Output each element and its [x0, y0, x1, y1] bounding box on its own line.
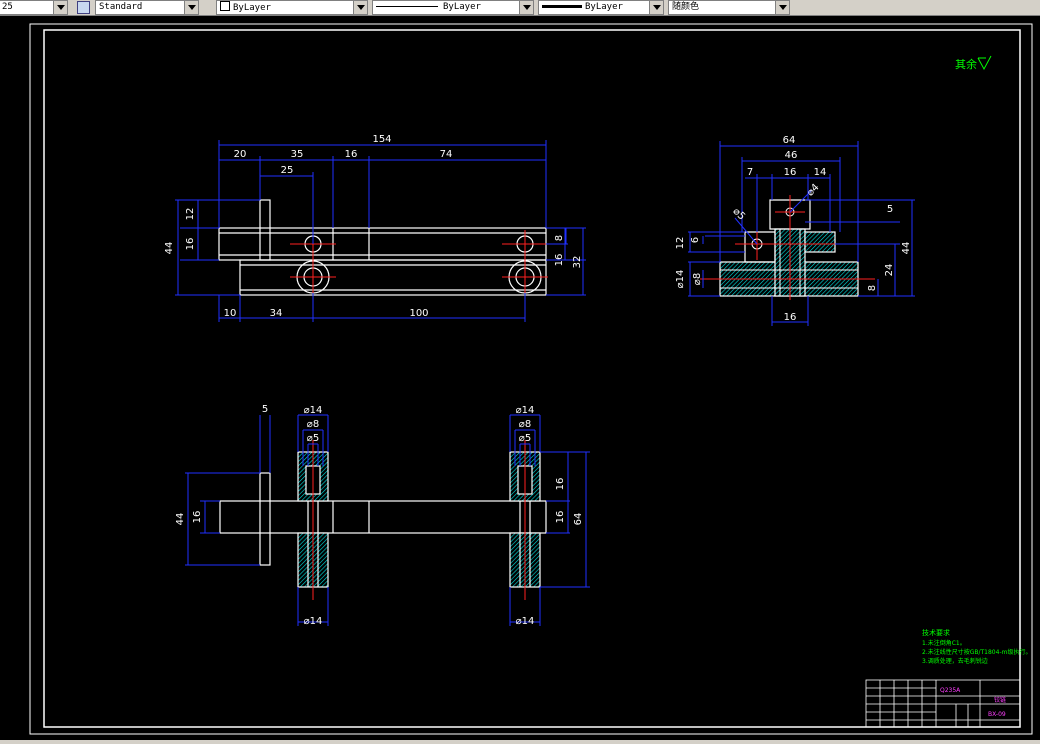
text-style-dropdown[interactable]: Standard: [95, 0, 199, 15]
dim-44: 44: [164, 242, 175, 255]
dim-12-side: 12: [675, 237, 686, 250]
title-block-text: Q235A 铰链 BX-09: [940, 687, 1006, 718]
dim-16-right: 16: [554, 254, 565, 267]
dim-16-side: 16: [784, 167, 797, 178]
sheet-outer-border: [29, 23, 1033, 735]
dim-35: 35: [291, 149, 304, 160]
text-style-icon[interactable]: [77, 1, 90, 14]
roughness-label: 其余: [955, 57, 977, 71]
color-swatch-icon: [220, 1, 230, 11]
note-2: 2.未注线性尺寸按GB/T1804-m级执行。: [922, 648, 1031, 656]
dim-5-top: 5: [262, 404, 268, 415]
chevron-down-icon[interactable]: [184, 1, 198, 14]
dim-16-top-r1: 16: [555, 478, 566, 491]
lineweight-preview: [542, 5, 582, 8]
part-name-text: 铰链: [994, 696, 1006, 704]
drawing-canvas[interactable]: 其余 154 20 35 16 74 25 44 12 16 8 16 32 1…: [0, 16, 1040, 740]
dim-7: 7: [747, 167, 753, 178]
dim-154: 154: [372, 134, 391, 145]
plot-style-value: 随颜色: [672, 2, 700, 12]
top-view-dim-text: 5 ⌀14 ⌀8 ⌀5 ⌀14 ⌀8 ⌀5 44 16 16 16 64 ⌀14…: [175, 404, 584, 627]
dim-8: 8: [554, 235, 565, 241]
linetype-preview: [376, 6, 438, 7]
dim-dia14-side: ⌀14: [675, 270, 686, 289]
drawing-number-text: BX-09: [988, 711, 1006, 718]
linetype-value: ByLayer: [443, 2, 481, 12]
dim-10: 10: [224, 308, 237, 319]
dim-44-top: 44: [175, 513, 186, 526]
dim-44-side: 44: [901, 242, 912, 255]
dim-dia5-b: ⌀5: [519, 433, 531, 444]
dim-dia5: ⌀5: [730, 206, 747, 223]
front-view-dim-text: 154 20 35 16 74 25 44 12 16 8 16 32 10 3…: [164, 134, 583, 319]
dim-14-side: 14: [814, 167, 827, 178]
layer-color-dropdown[interactable]: ByLayer: [216, 0, 368, 15]
linetype-dropdown[interactable]: ByLayer: [372, 0, 534, 15]
front-view-centerlines: [290, 230, 548, 298]
lineweight-dropdown[interactable]: ByLayer: [538, 0, 664, 15]
dim-12: 12: [185, 208, 196, 221]
dim-dia8-side: ⌀8: [692, 273, 703, 285]
dim-8-side: 8: [867, 285, 878, 291]
layer-color-value: ByLayer: [233, 3, 271, 13]
plot-style-dropdown[interactable]: 随颜色: [668, 0, 790, 15]
status-bar: [0, 740, 1040, 744]
dim-dia14-bottom-b: ⌀14: [516, 616, 535, 627]
material-text: Q235A: [940, 687, 961, 694]
front-view: [218, 199, 547, 296]
dim-25: 25: [281, 165, 294, 176]
technical-notes: 技术要求 1.未注倒角C1。 2.未注线性尺寸按GB/T1804-m级执行。 3…: [922, 628, 1031, 665]
notes-title: 技术要求: [922, 628, 950, 637]
dim-64-top: 64: [573, 513, 584, 526]
dim-6-side: 6: [690, 237, 701, 243]
dim-20: 20: [234, 149, 247, 160]
lineweight-value: ByLayer: [585, 2, 623, 12]
chevron-down-icon[interactable]: [775, 1, 789, 14]
top-view: [219, 451, 547, 588]
dim-64: 64: [783, 135, 796, 146]
dim-dia5-a: ⌀5: [307, 433, 319, 444]
dim-dia14-b: ⌀14: [516, 405, 535, 416]
top-view-centerlines: [312, 440, 526, 600]
dim-16-left: 16: [185, 238, 196, 251]
properties-toolbar: 25 Standard ByLayer ByLayer ByLayer 随颜色: [0, 0, 1040, 16]
dim-5-side: 5: [887, 204, 893, 215]
dim-dia8-a: ⌀8: [307, 419, 319, 430]
dim-16-bottom-side: 16: [784, 312, 797, 323]
dim-dia8-b: ⌀8: [519, 419, 531, 430]
note-3: 3.调质处理，去毛刺锐边: [922, 657, 988, 665]
dim-34: 34: [270, 308, 283, 319]
dim-dia14-bottom-a: ⌀14: [304, 616, 323, 627]
dim-46: 46: [785, 150, 798, 161]
dim-24-side: 24: [884, 264, 895, 277]
note-1: 1.未注倒角C1。: [922, 639, 966, 647]
dim-100: 100: [409, 308, 428, 319]
surface-roughness-note: 其余: [955, 55, 992, 71]
dim-16-top-r2: 16: [555, 511, 566, 524]
chevron-down-icon[interactable]: [53, 1, 67, 14]
dim-74: 74: [440, 149, 453, 160]
dim-dia14-a: ⌀14: [304, 405, 323, 416]
dim-16: 16: [345, 149, 358, 160]
dim-dia4: ⌀4: [805, 182, 822, 199]
scale-value: 25: [2, 2, 13, 12]
chevron-down-icon[interactable]: [519, 1, 533, 14]
dim-32: 32: [572, 256, 583, 269]
text-style-value: Standard: [99, 2, 143, 12]
chevron-down-icon[interactable]: [649, 1, 663, 14]
scale-dropdown[interactable]: 25: [0, 0, 68, 15]
chevron-down-icon[interactable]: [353, 1, 367, 14]
dim-16-top-left: 16: [192, 511, 203, 524]
top-view-dimensions: [185, 414, 590, 626]
